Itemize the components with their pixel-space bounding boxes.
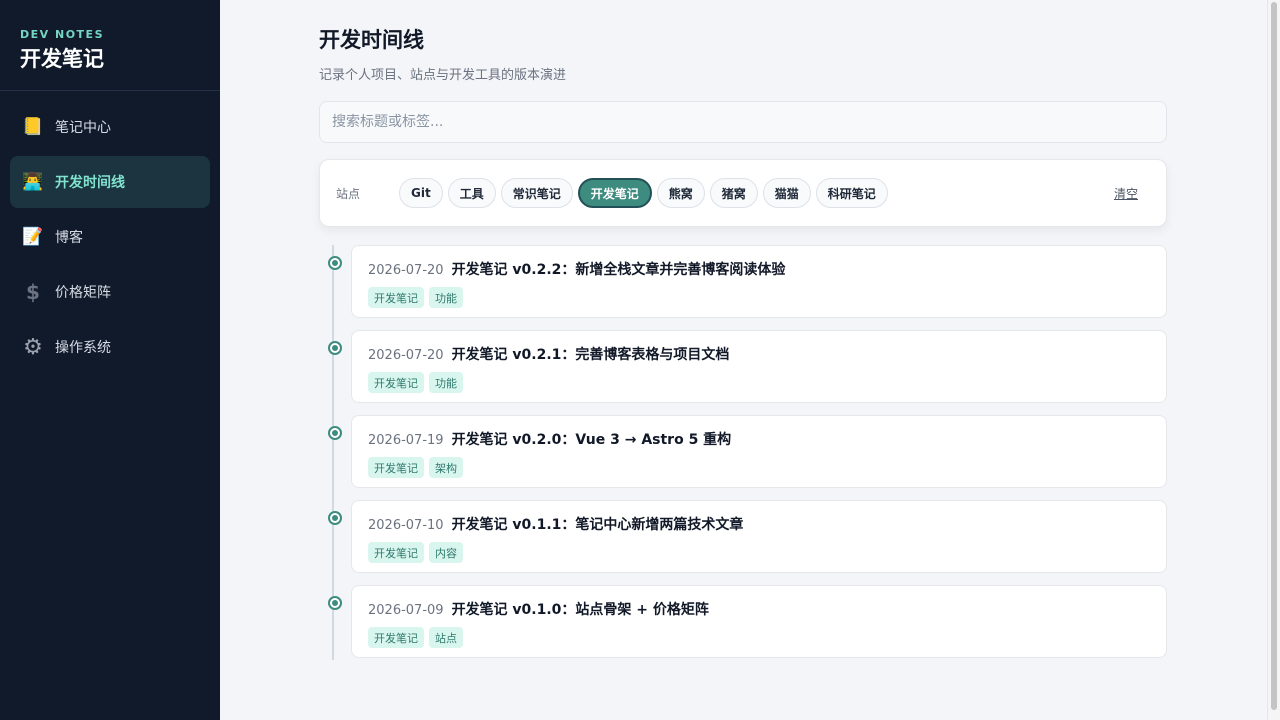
entry-date: 2026-07-20	[368, 263, 444, 278]
memo-icon: 📝	[22, 227, 44, 247]
timeline-dot	[328, 256, 342, 270]
entry-date: 2026-07-19	[368, 433, 444, 448]
timeline-entry: 2026-07-19 开发笔记 v0.2.0：Vue 3 → Astro 5 重…	[319, 415, 1167, 489]
sidebar: DEV NOTES 开发笔记 📒 笔记中心 👨‍💻 开发时间线 📝 博客 $ 价…	[0, 0, 220, 720]
entry-tags: 开发笔记 功能	[368, 372, 1150, 393]
page-subtitle: 记录个人项目、站点与开发工具的版本演进	[319, 68, 567, 83]
sidebar-item-notes[interactable]: 📒 笔记中心	[10, 101, 210, 153]
entry-title: 开发笔记 v0.2.0：Vue 3 → Astro 5 重构	[451, 432, 732, 448]
sidebar-item-label: 操作系统	[55, 340, 111, 356]
sidebar-item-label: 开发时间线	[55, 175, 125, 191]
sidebar-item-os[interactable]: ⚙ 操作系统	[10, 321, 210, 373]
notebook-icon: 📒	[22, 117, 44, 137]
brand-title[interactable]: 开发笔记	[20, 43, 200, 73]
page-title: 开发时间线	[319, 28, 424, 52]
timeline-card[interactable]: 2026-07-20 开发笔记 v0.2.1：完善博客表格与项目文档 开发笔记 …	[351, 330, 1167, 403]
entry-tag: 开发笔记	[368, 457, 424, 478]
site-filter-card: 站点 Git 工具 常识笔记 开发笔记 熊窝 猪窝 猫猫 科研笔记 清空	[319, 159, 1167, 227]
timeline-dot	[328, 511, 342, 525]
search-input[interactable]	[319, 101, 1167, 143]
sidebar-item-label: 笔记中心	[55, 120, 111, 136]
entry-date: 2026-07-10	[368, 518, 444, 533]
timeline: 2026-07-20 开发笔记 v0.2.2：新增全栈文章并完善博客阅读体验 开…	[319, 245, 1167, 660]
entry-tag: 内容	[429, 542, 463, 563]
filter-chip-git[interactable]: Git	[399, 178, 443, 208]
sidebar-item-blog[interactable]: 📝 博客	[10, 211, 210, 263]
timeline-entry: 2026-07-10 开发笔记 v0.1.1：笔记中心新增两篇技术文章 开发笔记…	[319, 500, 1167, 574]
entry-tags: 开发笔记 站点	[368, 627, 1150, 648]
entry-tag: 开发笔记	[368, 542, 424, 563]
timeline-dot	[328, 596, 342, 610]
brand: DEV NOTES 开发笔记	[0, 0, 220, 91]
sidebar-item-label: 博客	[55, 230, 83, 246]
filter-chip-dev-notes[interactable]: 开发笔记	[577, 178, 652, 208]
filter-chips: Git 工具 常识笔记 开发笔记 熊窝 猪窝 猫猫 科研笔记	[399, 178, 893, 208]
timeline-dot	[328, 341, 342, 355]
filter-chip-bear-den[interactable]: 熊窝	[656, 178, 705, 208]
sidebar-nav: 📒 笔记中心 👨‍💻 开发时间线 📝 博客 $ 价格矩阵 ⚙ 操作系统	[0, 91, 220, 386]
main-area: 开发时间线 记录个人项目、站点与开发工具的版本演进 站点 Git 工具 常识笔记…	[220, 0, 1267, 720]
timeline-entry: 2026-07-20 开发笔记 v0.2.2：新增全栈文章并完善博客阅读体验 开…	[319, 245, 1167, 319]
entry-tag: 开发笔记	[368, 372, 424, 393]
timeline-entry: 2026-07-09 开发笔记 v0.1.0：站点骨架 + 价格矩阵 开发笔记 …	[319, 585, 1167, 659]
filter-chip-cats[interactable]: 猫猫	[762, 178, 811, 208]
timeline-card[interactable]: 2026-07-19 开发笔记 v0.2.0：Vue 3 → Astro 5 重…	[351, 415, 1167, 488]
entry-title: 开发笔记 v0.2.1：完善博客表格与项目文档	[451, 347, 730, 363]
developer-icon: 👨‍💻	[22, 172, 44, 192]
content: 开发时间线 记录个人项目、站点与开发工具的版本演进 站点 Git 工具 常识笔记…	[319, 24, 1167, 670]
timeline-card[interactable]: 2026-07-10 开发笔记 v0.1.1：笔记中心新增两篇技术文章 开发笔记…	[351, 500, 1167, 573]
entry-title: 开发笔记 v0.2.2：新增全栈文章并完善博客阅读体验	[451, 262, 786, 278]
sidebar-item-pricing[interactable]: $ 价格矩阵	[10, 266, 210, 318]
entry-tag: 功能	[429, 287, 463, 308]
clear-filters-link[interactable]: 清空	[1114, 185, 1138, 202]
entry-tag: 功能	[429, 372, 463, 393]
entry-date: 2026-07-20	[368, 348, 444, 363]
page-scrollbar[interactable]	[1267, 0, 1280, 720]
entry-title: 开发笔记 v0.1.1：笔记中心新增两篇技术文章	[451, 517, 744, 533]
timeline-entry: 2026-07-20 开发笔记 v0.2.1：完善博客表格与项目文档 开发笔记 …	[319, 330, 1167, 404]
entry-tags: 开发笔记 内容	[368, 542, 1150, 563]
timeline-dot	[328, 426, 342, 440]
entry-date: 2026-07-09	[368, 603, 444, 618]
entry-tags: 开发笔记 架构	[368, 457, 1150, 478]
filter-chip-pig-den[interactable]: 猪窝	[709, 178, 758, 208]
entry-tags: 开发笔记 功能	[368, 287, 1150, 308]
dollar-icon: $	[26, 280, 40, 304]
sidebar-item-label: 价格矩阵	[55, 285, 111, 301]
entry-tag: 开发笔记	[368, 627, 424, 648]
timeline-card[interactable]: 2026-07-20 开发笔记 v0.2.2：新增全栈文章并完善博客阅读体验 开…	[351, 245, 1167, 318]
entry-tag: 架构	[429, 457, 463, 478]
brand-kicker: DEV NOTES	[20, 28, 104, 41]
gear-icon: ⚙	[23, 334, 43, 360]
entry-tag: 站点	[429, 627, 463, 648]
entry-title: 开发笔记 v0.1.0：站点骨架 + 价格矩阵	[451, 602, 709, 618]
filter-chip-research-notes[interactable]: 科研笔记	[815, 178, 888, 208]
filter-chip-general-notes[interactable]: 常识笔记	[500, 178, 573, 208]
timeline-card[interactable]: 2026-07-09 开发笔记 v0.1.0：站点骨架 + 价格矩阵 开发笔记 …	[351, 585, 1167, 658]
sidebar-item-timeline[interactable]: 👨‍💻 开发时间线	[10, 156, 210, 208]
entry-tag: 开发笔记	[368, 287, 424, 308]
scrollbar-thumb[interactable]	[1271, 2, 1277, 710]
filter-chip-tools[interactable]: 工具	[447, 178, 496, 208]
filter-label: 站点	[336, 186, 361, 201]
